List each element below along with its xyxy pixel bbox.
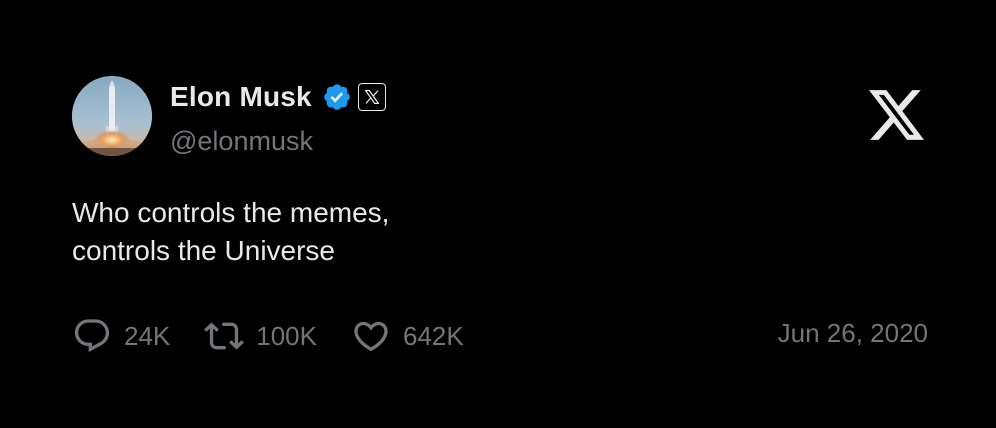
repost-count: 100K (256, 320, 317, 351)
tweet-date[interactable]: Jun 26, 2020 (778, 318, 928, 349)
verified-check-icon (322, 82, 352, 112)
reply-count: 24K (124, 320, 171, 351)
repost-button[interactable]: 100K (204, 316, 317, 356)
x-logo-icon[interactable] (869, 90, 924, 142)
avatar[interactable] (72, 76, 152, 156)
author-name-row: Elon Musk (170, 80, 386, 114)
tweet-actions: 24K 100K 642K (72, 315, 498, 357)
heart-icon (354, 321, 388, 352)
like-button[interactable]: 642K (351, 316, 464, 356)
tweet-card: Elon Musk @elonmusk Who controls the mem… (0, 0, 996, 428)
author-display-name[interactable]: Elon Musk (170, 81, 312, 113)
author-handle[interactable]: @elonmusk (170, 126, 313, 157)
like-count: 642K (403, 320, 464, 351)
repost-arrows-icon (204, 322, 245, 350)
tweet-text-line: controls the Universe (72, 235, 336, 266)
reply-bubble-icon (74, 319, 110, 353)
x-affiliation-badge[interactable] (357, 83, 386, 111)
x-logo-icon (364, 90, 380, 104)
tweet-text-line: Who controls the memes, (72, 197, 390, 228)
reply-button[interactable]: 24K (72, 316, 170, 356)
rocket-launch-avatar-icon (72, 76, 152, 156)
tweet-text: Who controls the memes, controls the Uni… (72, 194, 872, 270)
